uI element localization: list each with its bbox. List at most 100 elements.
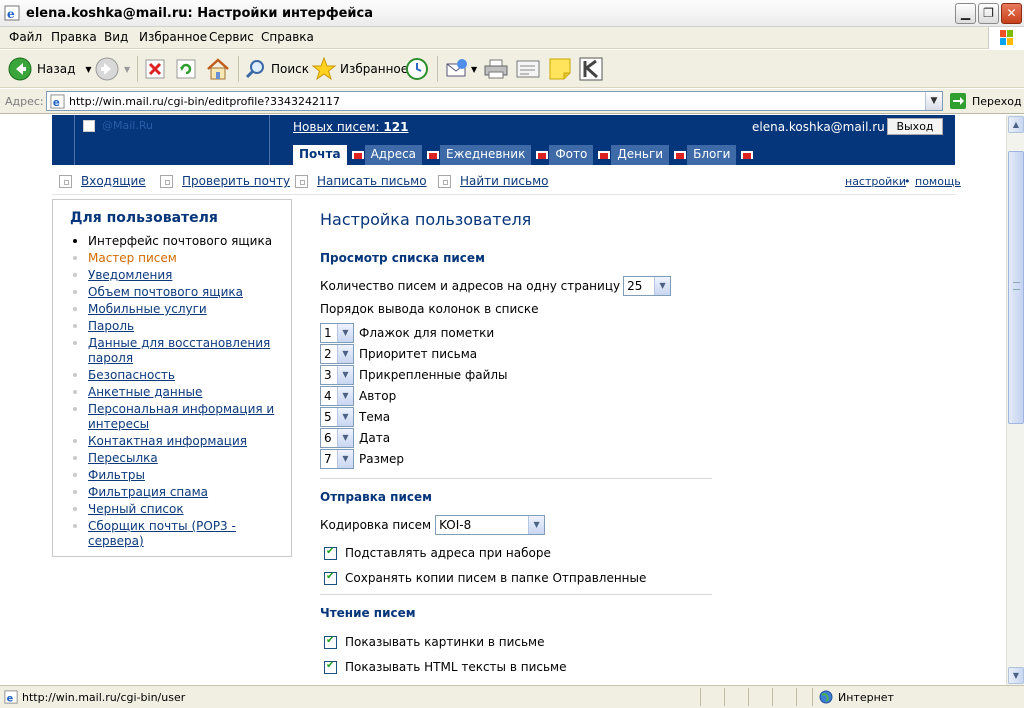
menu-tools[interactable]: Сервис (209, 30, 254, 44)
sidebar-item-label: Анкетные данные (88, 385, 203, 399)
scroll-up-icon[interactable]: ▲ (1008, 116, 1024, 133)
sidebar-item-mailbox-size[interactable]: Объем почтового ящика (73, 285, 283, 300)
menu-favorites[interactable]: Избранное (139, 30, 207, 44)
forward-button[interactable]: ▼ (95, 55, 130, 83)
help-link[interactable]: помощь (915, 175, 961, 188)
encoding-label: Кодировка писем (320, 518, 432, 532)
mail-dropdown-icon[interactable]: ▼ (471, 65, 477, 74)
per-page-select[interactable]: 25 ▼ (623, 276, 672, 296)
sidebar-item-forwarding[interactable]: Пересылка (73, 451, 283, 466)
vertical-scrollbar[interactable]: ▲ ▼ (1006, 115, 1024, 685)
sidebar-item-personal[interactable]: Персональная информация и интересы (73, 402, 283, 432)
history-button[interactable] (405, 55, 429, 83)
address-input[interactable]: e http://win.mail.ru/cgi-bin/editprofile… (46, 91, 943, 111)
settings-link[interactable]: настройки (845, 175, 906, 188)
notes-button[interactable] (548, 55, 572, 83)
refresh-icon (176, 59, 196, 79)
home-button[interactable] (206, 55, 230, 83)
check-mail-link[interactable]: Проверить почту (160, 174, 290, 188)
sidebar-item-blacklist[interactable]: Черный список (73, 502, 283, 517)
kaspersky-button[interactable] (579, 55, 603, 83)
print-button[interactable] (483, 55, 509, 83)
sidebar-item-interface[interactable]: Интерфейс почтового ящика (73, 234, 283, 249)
tab-blogs[interactable]: Блоги (687, 145, 737, 165)
column-order-select[interactable]: 5 ▼ (320, 407, 354, 427)
sidebar-item-password[interactable]: Пароль (73, 319, 283, 334)
close-button[interactable]: ✕ (1001, 3, 1022, 24)
sidebar-item-notifications[interactable]: Уведомления (73, 268, 283, 283)
tab-calendar[interactable]: Ежедневник (440, 145, 532, 165)
compose-link[interactable]: Написать письмо (295, 174, 427, 188)
option-show-html: Показывать HTML тексты в письме (320, 660, 566, 674)
sidebar-item-mobile[interactable]: Мобильные услуги (73, 302, 283, 317)
mail-button[interactable]: ▼ (445, 55, 477, 83)
logout-button[interactable]: Выход (887, 118, 943, 135)
edit-button[interactable] (515, 55, 541, 83)
column-order-value: 5 (324, 410, 332, 424)
restore-button[interactable]: ❐ (978, 3, 999, 24)
column-order-select[interactable]: 6 ▼ (320, 428, 354, 448)
bullet (73, 307, 77, 311)
menu-file[interactable]: Файл (9, 30, 42, 44)
mail-tab-icon[interactable] (346, 145, 365, 165)
printer-icon (484, 59, 508, 79)
option-label: Показывать картинки в письме (345, 635, 545, 649)
blogs-tab-icon[interactable] (736, 145, 755, 165)
column-order-select[interactable]: 3 ▼ (320, 365, 354, 385)
window-title: elena.koshka@mail.ru: Настройки интерфей… (26, 6, 374, 21)
refresh-button[interactable] (176, 55, 196, 83)
autocomplete-checkbox[interactable] (324, 546, 337, 560)
show-html-checkbox[interactable] (324, 660, 337, 674)
go-label: Переход (972, 94, 1022, 108)
photo-tab-icon[interactable] (593, 145, 612, 165)
addresses-tab-icon[interactable] (422, 145, 441, 165)
calendar-tab-icon[interactable] (531, 145, 550, 165)
sidebar-item-spam[interactable]: Фильтрация спама (73, 485, 283, 500)
scroll-down-icon[interactable]: ▼ (1008, 667, 1024, 684)
new-mail-link[interactable]: Новых писем: 121 (293, 120, 408, 134)
tab-photo[interactable]: Фото (549, 145, 594, 165)
encoding-select[interactable]: KOI-8 ▼ (435, 515, 546, 535)
column-order-select[interactable]: 4 ▼ (320, 386, 354, 406)
sidebar-item-security[interactable]: Безопасность (73, 368, 283, 383)
menu-view[interactable]: Вид (104, 30, 128, 44)
sidebar-item-profile[interactable]: Анкетные данные (73, 385, 283, 400)
go-button[interactable]: Переход (949, 92, 1022, 110)
column-order-select[interactable]: 2 ▼ (320, 344, 354, 364)
sidebar-item-recovery[interactable]: Данные для восстановления пароля (73, 336, 283, 366)
go-arrow-icon (950, 93, 966, 109)
mailru-logo[interactable]: @Mail.Ru (74, 115, 270, 165)
back-button[interactable]: Назад ▼ (8, 55, 92, 83)
note-icon (549, 58, 571, 80)
menu-help[interactable]: Справка (261, 30, 314, 44)
sidebar-item-contacts[interactable]: Контактная информация (73, 434, 283, 449)
scroll-thumb[interactable] (1008, 151, 1024, 424)
browser-window: e elena.koshka@mail.ru: Настройки интерф… (0, 0, 1024, 708)
search-button[interactable]: Поиск (244, 55, 309, 83)
save-copies-checkbox[interactable] (324, 571, 337, 585)
bullet (73, 439, 77, 443)
mail-icon (446, 59, 467, 77)
address-dropdown-icon[interactable]: ▼ (925, 92, 942, 110)
money-tab-icon[interactable] (669, 145, 688, 165)
sidebar-item-pop3[interactable]: Сборщик почты (POP3 - сервера) (73, 519, 283, 549)
back-dropdown-icon[interactable]: ▼ (85, 65, 91, 74)
sidebar-item-label: Черный список (88, 502, 184, 516)
stop-button[interactable] (145, 55, 165, 83)
show-images-checkbox[interactable] (324, 635, 337, 649)
find-mail-link[interactable]: Найти письмо (438, 174, 549, 188)
sidebar-item-label: Мастер писем (88, 251, 177, 265)
tab-addresses[interactable]: Адреса (364, 145, 423, 165)
favorites-button[interactable]: Избранное (312, 55, 408, 83)
sidebar-item-wizard[interactable]: Мастер писем (73, 251, 283, 266)
menu-edit[interactable]: Правка (51, 30, 97, 44)
address-url: http://win.mail.ru/cgi-bin/editprofile?3… (69, 95, 340, 108)
column-order-select[interactable]: 1 ▼ (320, 323, 354, 343)
tab-money[interactable]: Деньги (611, 145, 670, 165)
tab-mail[interactable]: Почта (293, 145, 347, 165)
column-order-select[interactable]: 7 ▼ (320, 449, 354, 469)
minimize-button[interactable]: ▁ (955, 3, 976, 24)
sidebar-item-filters[interactable]: Фильтры (73, 468, 283, 483)
inbox-link[interactable]: Входящие (59, 174, 146, 188)
column-label: Тема (359, 410, 391, 424)
